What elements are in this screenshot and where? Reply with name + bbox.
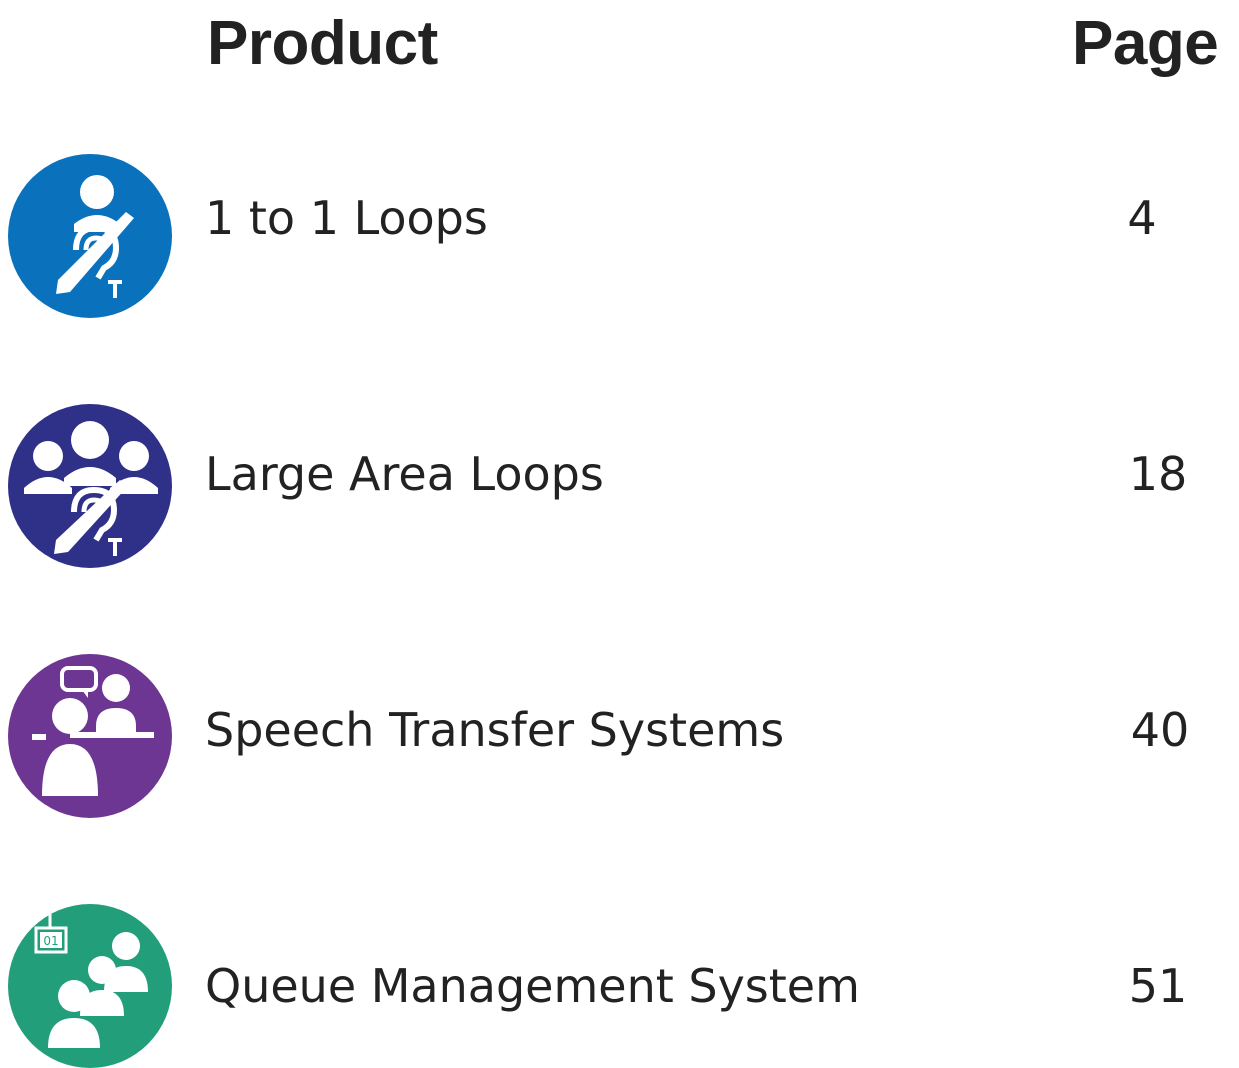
row-page-large-area-loops[interactable]: 18 [1098,444,1218,504]
hearing-loop-single-icon [8,154,172,318]
row-page-speech-transfer-systems[interactable]: 40 [1100,700,1220,760]
queue-management-icon: 01 [8,904,172,1068]
row-page-queue-management-system[interactable]: 51 [1098,956,1218,1016]
row-label-speech-transfer-systems[interactable]: Speech Transfer Systems [205,700,784,760]
header-product: Product [207,9,438,78]
hearing-loop-group-icon [8,404,172,568]
row-label-large-area-loops[interactable]: Large Area Loops [205,444,604,504]
row-label-queue-management-system[interactable]: Queue Management System [205,956,860,1016]
row-page-1-to-1-loops[interactable]: 4 [1082,188,1202,248]
svg-text:01: 01 [43,934,58,948]
row-label-1-to-1-loops[interactable]: 1 to 1 Loops [205,188,488,248]
speech-transfer-icon [8,654,172,818]
header-page: Page [1072,9,1219,78]
